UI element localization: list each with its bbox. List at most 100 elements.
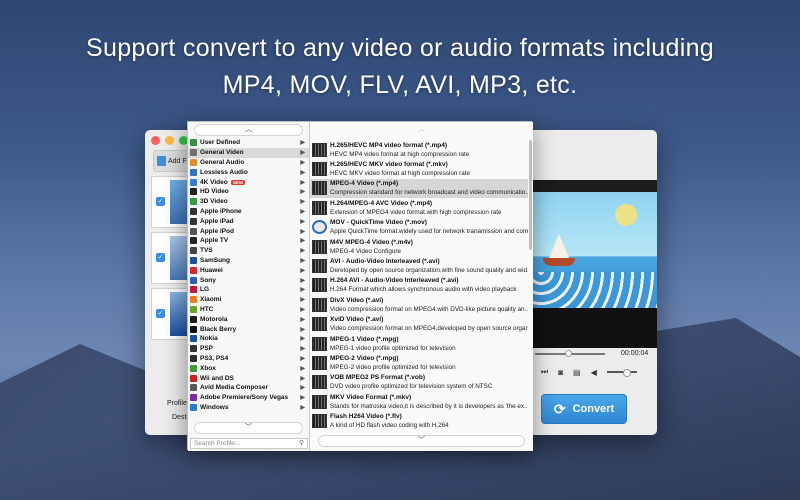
tv-icon: [190, 247, 197, 255]
category-item[interactable]: Sony ▶: [188, 275, 309, 285]
category-item[interactable]: Xiaomi ▶: [188, 295, 309, 305]
category-item[interactable]: General Video ▶: [188, 147, 309, 158]
category-label: Nokia: [200, 335, 218, 343]
category-item[interactable]: Lossless Audio ▶: [188, 167, 309, 177]
volume-slider[interactable]: [606, 369, 637, 377]
format-text: MKV Video Format (*.mkv) Stands for matro…: [330, 393, 528, 411]
time-display: 00:00:04: [621, 350, 649, 357]
category-item[interactable]: Black Berry ▶: [188, 324, 309, 334]
file-list: ✓ ✓ ✓: [151, 176, 189, 344]
format-scroll-down-button[interactable]: ﹀: [318, 435, 525, 447]
category-item[interactable]: LG ▶: [188, 285, 309, 295]
category-label: Windows: [200, 403, 229, 411]
convert-button[interactable]: ⟳ Convert: [541, 394, 627, 424]
category-item[interactable]: Huawei ▶: [188, 265, 309, 275]
category-list: User Defined ▶ General Video ▶ General Audio…: [188, 138, 309, 412]
category-label: Wii and DS: [200, 374, 234, 382]
category-scroll-down-button[interactable]: ﹀: [194, 422, 303, 434]
category-item[interactable]: Apple TV ▶: [188, 236, 309, 246]
category-item[interactable]: Motorola ▶: [188, 314, 309, 324]
category-label: SamSung: [200, 256, 230, 264]
category-item[interactable]: PSP ▶: [188, 344, 309, 354]
format-item[interactable]: M4V MPEG-4 Video (*.m4v) MPEG-4 Video Con…: [310, 237, 528, 256]
format-item[interactable]: XviD Video (*.avi) Video compression form…: [310, 315, 528, 334]
output-settings: Profile Destination: [167, 400, 207, 421]
category-item[interactable]: HTC ▶: [188, 305, 309, 315]
file-thumbnail: [170, 180, 188, 224]
category-label: Apple iPhone: [200, 207, 242, 215]
category-item[interactable]: 4K Video NEW ▶: [188, 177, 309, 187]
file-checkbox[interactable]: ✓: [156, 253, 165, 262]
seek-handle[interactable]: [565, 350, 572, 357]
format-scrollbar[interactable]: [529, 140, 532, 250]
film-strip-icon: [312, 297, 327, 312]
format-description: Video compression format on MPEG4,develo…: [330, 325, 528, 333]
file-item[interactable]: ✓: [151, 176, 189, 228]
category-item[interactable]: SamSung ▶: [188, 256, 309, 266]
category-item[interactable]: TVS ▶: [188, 246, 309, 256]
file-item[interactable]: ✓: [151, 232, 189, 284]
snapshot-icon[interactable]: ◙: [558, 368, 563, 377]
format-item[interactable]: H.265/HEVC MP4 video format (*.mp4) HEVC …: [310, 140, 528, 159]
category-item[interactable]: 3D Video ▶: [188, 197, 309, 207]
category-label: User Defined: [200, 139, 241, 147]
close-window-button[interactable]: [151, 136, 160, 145]
format-item[interactable]: H.264 AVI - Audio-Video Interleaved (*.a…: [310, 276, 528, 295]
chevron-right-icon: ▶: [300, 238, 305, 245]
format-item[interactable]: DivX Video (*.avi) Video compression form…: [310, 295, 528, 314]
format-item[interactable]: MPEG-1 Video (*.mpg) MPEG-1 video profile…: [310, 334, 528, 353]
folder-icon[interactable]: ▤: [573, 368, 581, 377]
format-item[interactable]: MKV Video Format (*.mkv) Stands for matro…: [310, 392, 528, 411]
category-item[interactable]: Apple iPhone ▶: [188, 207, 309, 217]
search-profile-input[interactable]: Search Profile... ⚲: [190, 438, 308, 449]
format-description: HEVC MP4 video format at high compressio…: [330, 150, 470, 158]
minimize-window-button[interactable]: [165, 136, 174, 145]
format-item[interactable]: MPEG-2 Video (*.mpg) MPEG-2 video profile…: [310, 353, 528, 372]
format-text: MPEG-1 Video (*.mpg) MPEG-1 video profile…: [330, 335, 456, 353]
category-item[interactable]: Windows ▶: [188, 403, 309, 413]
category-label: HTC: [200, 305, 214, 313]
category-item[interactable]: Nokia ▶: [188, 334, 309, 344]
format-column: ︿ H.265/HEVC MP4 video format (*.mp4) HEV…: [310, 122, 533, 451]
category-label: Adobe Premiere/Sony Vegas: [200, 394, 289, 402]
category-item[interactable]: Apple iPad ▶: [188, 216, 309, 226]
format-item[interactable]: Flash H264 Video (*.flv) A kind of HD fla…: [310, 411, 528, 430]
chevron-right-icon: ▶: [300, 248, 305, 255]
format-item[interactable]: VOB MPEG2 PS Format (*.vob) DVD video pro…: [310, 373, 528, 392]
format-item[interactable]: AVI - Audio-Video Interleaved (*.avi) Der…: [310, 256, 528, 275]
blackberry-icon: [190, 325, 197, 333]
category-item[interactable]: Adobe Premiere/Sony Vegas ▶: [188, 393, 309, 403]
category-item[interactable]: Xbox ▶: [188, 363, 309, 373]
film-strip-icon: [312, 181, 327, 196]
next-frame-icon[interactable]: ⏭: [541, 367, 548, 377]
search-profile-placeholder: Search Profile...: [194, 440, 241, 447]
format-description: Apple QuickTime format.widely used for n…: [330, 228, 528, 236]
category-item[interactable]: HD Video ▶: [188, 187, 309, 197]
category-item[interactable]: User Defined ▶: [188, 138, 309, 148]
format-name: MOV - QuickTime Video (*.mov): [330, 219, 427, 227]
format-name: XviD Video (*.avi): [330, 316, 384, 324]
category-item[interactable]: Apple iPod ▶: [188, 226, 309, 236]
category-item[interactable]: PS3, PS4 ▶: [188, 354, 309, 364]
category-label: Apple iPad: [200, 217, 234, 225]
category-item[interactable]: Avid Media Composer ▶: [188, 383, 309, 393]
category-label: Xbox: [200, 364, 216, 372]
profile-label: Profile: [167, 400, 187, 407]
huawei-icon: [190, 266, 197, 274]
format-item[interactable]: MPEG-4 Video (*.mp4) Compression standard…: [310, 178, 528, 199]
volume-icon[interactable]: ◀: [591, 368, 597, 377]
file-checkbox[interactable]: ✓: [156, 197, 165, 206]
seek-bar[interactable]: 00:00:04: [531, 348, 657, 360]
category-label: General Video: [200, 149, 244, 157]
file-checkbox[interactable]: ✓: [156, 309, 165, 318]
format-item[interactable]: H.265/HEVC MKV video format (*.mkv) HEVC …: [310, 159, 528, 178]
category-item[interactable]: General Audio ▶: [188, 158, 309, 168]
chevron-right-icon: ▶: [300, 346, 305, 353]
format-item[interactable]: H.264/MPEG-4 AVC Video (*.mp4) Extension …: [310, 198, 528, 217]
format-scroll-up-button[interactable]: ︿: [318, 124, 525, 136]
file-item[interactable]: ✓: [151, 288, 189, 340]
format-item[interactable]: MOV - QuickTime Video (*.mov) Apple Quick…: [310, 218, 528, 237]
format-text: XviD Video (*.avi) Video compression form…: [330, 315, 528, 333]
category-scroll-up-button[interactable]: ︿: [194, 124, 303, 136]
category-item[interactable]: Wii and DS ▶: [188, 373, 309, 383]
